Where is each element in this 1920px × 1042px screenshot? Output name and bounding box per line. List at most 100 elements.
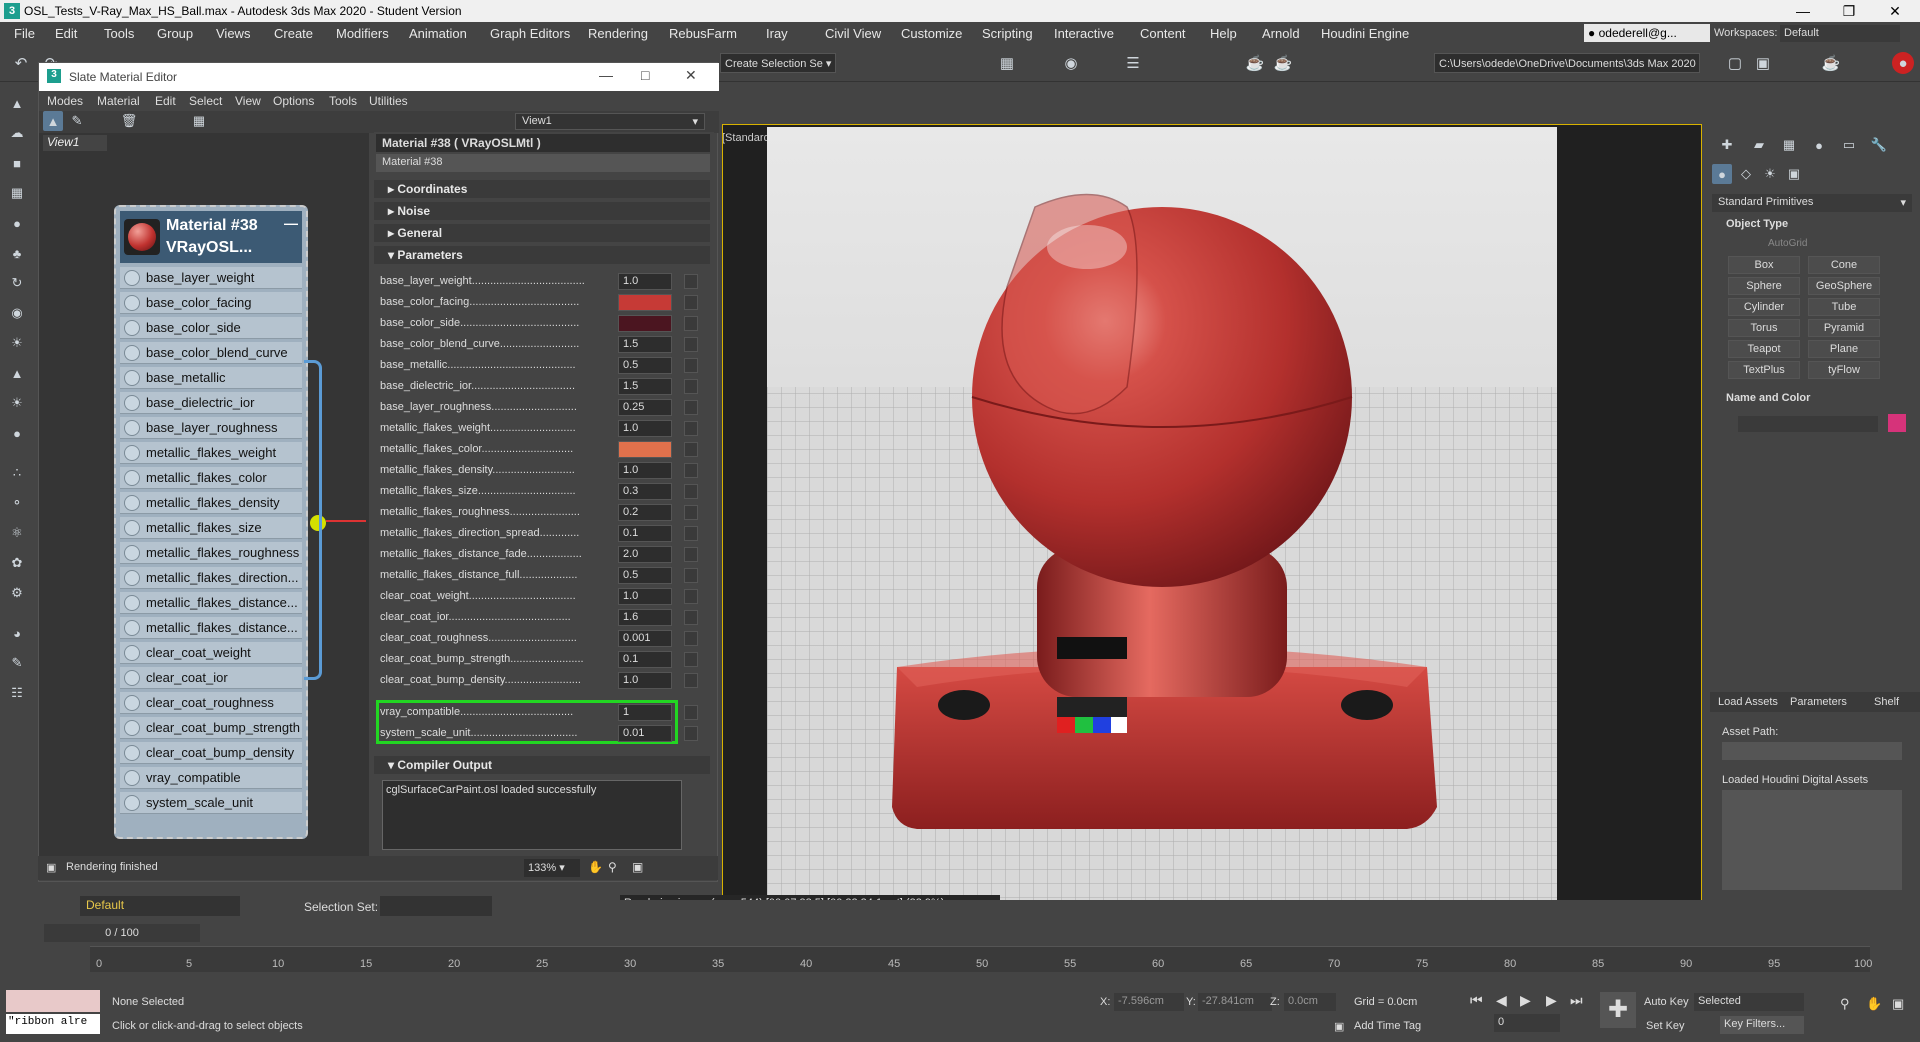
tyflow-button[interactable]: tyFlow xyxy=(1808,361,1880,379)
slot-socket-icon[interactable] xyxy=(124,695,140,711)
menu-help[interactable]: Help xyxy=(1210,26,1237,41)
slot-socket-icon[interactable] xyxy=(124,395,140,411)
render-icon[interactable]: ☕ xyxy=(1244,52,1266,74)
maxscript-listener-pink[interactable] xyxy=(6,990,100,1012)
globe-icon[interactable]: ◕ xyxy=(6,622,28,644)
map-button[interactable] xyxy=(684,726,698,741)
select-tool-icon[interactable]: ▲ xyxy=(43,111,63,131)
slate-menu-edit[interactable]: Edit xyxy=(155,94,176,108)
motion-tab-icon[interactable]: ● xyxy=(1808,134,1830,156)
slot-socket-icon[interactable] xyxy=(124,370,140,386)
slate-menu-material[interactable]: Material xyxy=(97,94,140,108)
map-button[interactable] xyxy=(684,400,698,415)
node-slot[interactable]: clear_coat_weight xyxy=(120,642,302,664)
pan-view-icon[interactable]: ✋ xyxy=(1866,996,1882,1012)
slot-socket-icon[interactable] xyxy=(124,745,140,761)
shapes-icon[interactable]: ◇ xyxy=(1736,164,1756,184)
node-slot[interactable]: metallic_flakes_roughness xyxy=(120,542,302,564)
close-button[interactable]: ✕ xyxy=(1872,0,1918,22)
leaf-icon[interactable]: ✿ xyxy=(6,552,28,574)
slot-socket-icon[interactable] xyxy=(124,420,140,436)
object-type-rollout[interactable]: Object Type xyxy=(1712,218,1912,234)
maximize-viewport-icon[interactable]: ▣ xyxy=(1892,996,1904,1012)
tab-shelf[interactable]: Shelf xyxy=(1874,696,1899,708)
z-coordinate[interactable]: 0.0cm xyxy=(1284,993,1336,1011)
pyramid-button[interactable]: Pyramid xyxy=(1808,319,1880,337)
slot-socket-icon[interactable] xyxy=(124,595,140,611)
rollout-compiler-output[interactable]: ▾ Compiler Output xyxy=(374,756,710,774)
slot-socket-icon[interactable] xyxy=(124,620,140,636)
menu-modifiers[interactable]: Modifiers xyxy=(336,26,389,41)
maxscript-listener[interactable]: "ribbon alre xyxy=(6,1014,100,1034)
node-slot[interactable]: metallic_flakes_color xyxy=(120,467,302,489)
map-button[interactable] xyxy=(684,484,698,499)
slot-socket-icon[interactable] xyxy=(124,295,140,311)
node-slot[interactable]: base_color_side xyxy=(120,317,302,339)
autogrid-checkbox[interactable]: AutoGrid xyxy=(1768,238,1807,249)
asset-path-input[interactable] xyxy=(1722,742,1902,760)
slate-close-button[interactable]: ✕ xyxy=(685,67,697,84)
set-key-big-icon[interactable]: ✚ xyxy=(1600,992,1636,1028)
menu-content[interactable]: Content xyxy=(1140,26,1186,41)
name-color-rollout[interactable]: Name and Color xyxy=(1712,392,1912,408)
map-button[interactable] xyxy=(684,358,698,373)
map-button[interactable] xyxy=(684,295,698,310)
node-slot[interactable]: base_metallic xyxy=(120,367,302,389)
project-path[interactable]: C:\Users\odede\OneDrive\Documents\3ds Ma… xyxy=(1434,53,1700,73)
map-button[interactable] xyxy=(684,526,698,541)
map-button[interactable] xyxy=(684,274,698,289)
lights-icon[interactable]: ☀ xyxy=(1760,164,1780,184)
rollout-noise[interactable]: ▸ Noise xyxy=(374,202,710,220)
select-icon[interactable]: ▲ xyxy=(6,92,28,114)
cone-button[interactable]: Cone xyxy=(1808,256,1880,274)
color-swatch[interactable] xyxy=(618,441,672,458)
utilities-tab-icon[interactable]: 🔧 xyxy=(1868,134,1890,156)
go-start-icon[interactable]: ⏮ xyxy=(1470,992,1483,1009)
script-icon[interactable]: ✎ xyxy=(6,652,28,674)
grid-icon[interactable]: ▦ xyxy=(6,182,28,204)
user-account[interactable]: ● odederell@g... xyxy=(1584,24,1710,42)
material-node[interactable]: Material #38 VRayOSL... — base_layer_wei… xyxy=(114,205,308,839)
zoom-extents-icon[interactable]: ▣ xyxy=(632,860,643,874)
menu-views[interactable]: Views xyxy=(216,26,250,41)
slate-minimize-button[interactable]: — xyxy=(599,67,613,83)
add-time-tag[interactable]: Add Time Tag xyxy=(1354,1020,1421,1032)
loaded-assets-list[interactable] xyxy=(1722,790,1902,890)
slate-menu-options[interactable]: Options xyxy=(273,94,314,108)
sun-icon[interactable]: ☀ xyxy=(6,392,28,414)
go-end-icon[interactable]: ⏭ xyxy=(1570,992,1583,1009)
slot-socket-icon[interactable] xyxy=(124,445,140,461)
node-slot[interactable]: system_scale_unit xyxy=(120,792,302,814)
teapot-icon[interactable]: ☕ xyxy=(1820,52,1842,74)
map-button[interactable] xyxy=(684,316,698,331)
slot-socket-icon[interactable] xyxy=(124,570,140,586)
map-button[interactable] xyxy=(684,610,698,625)
map-button[interactable] xyxy=(684,673,698,688)
slate-maximize-button[interactable]: □ xyxy=(641,67,649,83)
view-dropdown[interactable]: View1 ▾ xyxy=(515,113,705,130)
map-button[interactable] xyxy=(684,589,698,604)
map-button[interactable] xyxy=(684,421,698,436)
molecule-icon[interactable]: ⚬ xyxy=(6,492,28,514)
sphere-icon[interactable]: ● xyxy=(6,212,28,234)
time-tag-icon[interactable]: ▣ xyxy=(1334,1020,1344,1033)
tab-parameters[interactable]: Parameters xyxy=(1790,696,1847,708)
map-button[interactable] xyxy=(684,463,698,478)
slot-socket-icon[interactable] xyxy=(124,795,140,811)
menu-rebusfarm[interactable]: RebusFarm xyxy=(669,26,737,41)
node-slot[interactable]: base_color_blend_curve xyxy=(120,342,302,364)
tree-icon[interactable]: ♣ xyxy=(6,242,28,264)
auto-key-button[interactable]: Auto Key xyxy=(1644,996,1689,1008)
layout-icon[interactable]: ▦ xyxy=(189,111,209,131)
node-slot[interactable]: metallic_flakes_weight xyxy=(120,442,302,464)
key-filters-button[interactable]: Key Filters... xyxy=(1720,1016,1804,1034)
slot-socket-icon[interactable] xyxy=(124,495,140,511)
torus-button[interactable]: Torus xyxy=(1728,319,1800,337)
zoom-icon[interactable]: ⚲ xyxy=(608,860,617,874)
slate-menu-select[interactable]: Select xyxy=(189,94,222,108)
set-key-button[interactable]: Set Key xyxy=(1646,1020,1685,1032)
undo-icon[interactable]: ↶ xyxy=(10,52,32,74)
map-button[interactable] xyxy=(684,379,698,394)
houdini-icon[interactable]: ⚙ xyxy=(6,582,28,604)
light-icon[interactable]: ☀ xyxy=(6,332,28,354)
